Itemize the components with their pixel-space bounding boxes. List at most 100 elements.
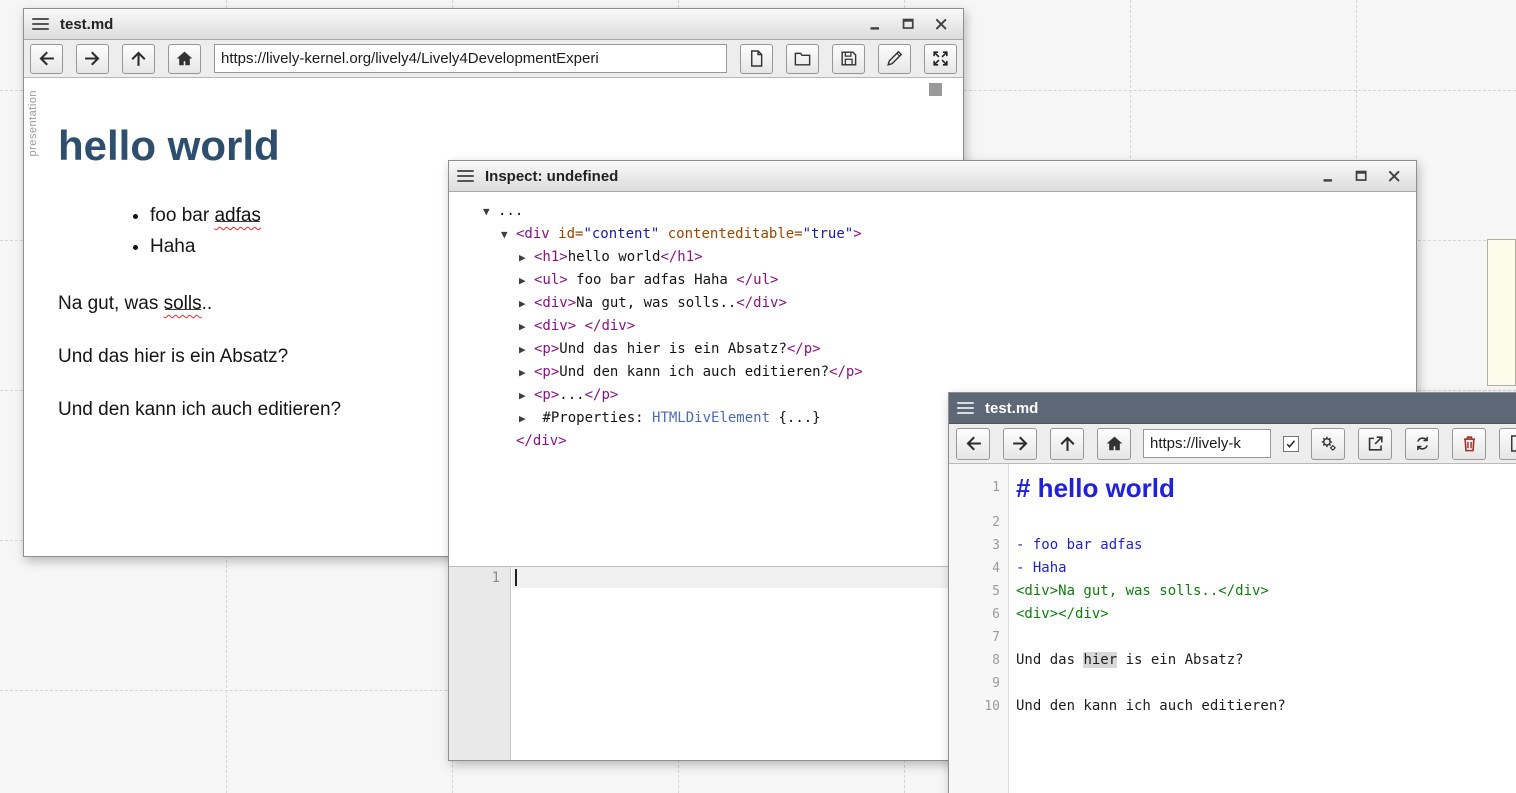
line-number: 5 (949, 580, 1009, 603)
auto-update-checkbox[interactable] (1283, 436, 1299, 452)
editor-line[interactable]: 1# hello world (949, 465, 1516, 511)
close-button[interactable] (1382, 165, 1406, 187)
window-controls (863, 13, 955, 35)
nav-buttons (30, 44, 201, 74)
window-controls (1316, 165, 1408, 187)
titlebar[interactable]: test.md (949, 393, 1516, 424)
fullscreen-button[interactable] (924, 44, 957, 74)
collapse-triangle-icon[interactable]: ▼ (501, 224, 516, 246)
code-line[interactable] (1009, 626, 1016, 649)
menu-icon[interactable] (457, 170, 474, 182)
expand-triangle-icon[interactable]: ▶ (519, 270, 534, 292)
open-external-button[interactable] (1358, 428, 1392, 460)
code-line[interactable]: <div></div> (1009, 603, 1109, 626)
maximize-button[interactable] (896, 13, 920, 35)
resize-handle[interactable] (929, 83, 942, 96)
tree-node[interactable]: ▶<div> </div> (483, 315, 1406, 338)
edit-button[interactable] (878, 44, 911, 74)
tree-node[interactable]: ▶<div>Na gut, was solls..</div> (483, 292, 1406, 315)
text-segment: <div></div> (1016, 606, 1109, 622)
text-segment (659, 226, 667, 242)
close-button[interactable] (929, 13, 953, 35)
titlebar[interactable]: test.md (24, 9, 963, 40)
tree-node[interactable]: ▶<p>Und das hier is ein Absatz?</p> (483, 338, 1406, 361)
code-line[interactable]: Und den kann ich auch editieren? (1009, 695, 1286, 718)
tree-node[interactable]: ▼<div id="content" contenteditable="true… (483, 223, 1406, 246)
url-input[interactable] (1143, 429, 1271, 458)
minimize-button[interactable] (1316, 165, 1340, 187)
text-segment: #Properties: (534, 410, 652, 426)
editor-line[interactable]: 5<div>Na gut, was solls..</div> (949, 580, 1516, 603)
editor-line[interactable]: 10 Und den kann ich auch editieren? (949, 695, 1516, 718)
tree-node[interactable]: ▶<p>Und den kann ich auch editieren?</p> (483, 361, 1406, 384)
line-number: 1 (949, 465, 1009, 511)
back-button[interactable] (30, 44, 63, 74)
text-segment: Und das hier is ein Absatz? (559, 341, 787, 357)
line-number: 10 (949, 695, 1009, 718)
text-segment: "content" (583, 226, 659, 242)
menu-icon[interactable] (957, 402, 974, 414)
titlebar[interactable]: Inspect: undefined (449, 161, 1416, 192)
editor-line[interactable]: 6<div></div> (949, 603, 1516, 626)
forward-icon (1011, 434, 1030, 453)
code-line[interactable]: # hello world (1009, 465, 1175, 511)
editor-line[interactable]: 4- Haha (949, 557, 1516, 580)
text-segment: </div> (585, 318, 636, 334)
tree-node[interactable]: ▼... (483, 200, 1406, 223)
back-button[interactable] (956, 428, 990, 460)
maximize-button[interactable] (1349, 165, 1373, 187)
expand-triangle-icon[interactable]: ▶ (519, 339, 534, 361)
new-file-icon (747, 49, 766, 68)
open-folder-button[interactable] (786, 44, 819, 74)
expand-triangle-icon[interactable]: ▶ (519, 362, 534, 384)
reload-button[interactable] (1405, 428, 1439, 460)
collapse-triangle-icon[interactable]: ▼ (483, 201, 498, 223)
minimize-button[interactable] (863, 13, 887, 35)
tree-node[interactable]: ▶<h1>hello world</h1> (483, 246, 1406, 269)
reload-icon (1413, 434, 1432, 453)
yellow-note-panel[interactable] (1487, 239, 1516, 386)
text-segment: is ein Absatz? (1117, 652, 1243, 668)
expand-triangle-icon[interactable]: ▶ (519, 316, 534, 338)
home-button[interactable] (1097, 428, 1131, 460)
window-title: test.md (60, 16, 113, 33)
source-editor[interactable]: 1# hello world23- foo bar adfas4- Haha5<… (949, 464, 1516, 793)
text-segment: </p> (585, 387, 619, 403)
new-file-button[interactable] (1499, 428, 1516, 460)
home-button[interactable] (168, 44, 201, 74)
text-segment: {...} (770, 410, 821, 426)
expand-triangle-icon[interactable]: ▶ (519, 293, 534, 315)
editor-line[interactable]: 3- foo bar adfas (949, 534, 1516, 557)
code-line[interactable]: - Haha (1009, 557, 1067, 580)
code-line[interactable]: - foo bar adfas (1009, 534, 1142, 557)
text-segment: Und den kann ich auch editieren? (1016, 698, 1286, 714)
settings-button[interactable] (1311, 428, 1345, 460)
expand-triangle-icon[interactable]: ▶ (519, 408, 534, 430)
line-number: 8 (949, 649, 1009, 672)
editor-line[interactable]: 2 (949, 511, 1516, 534)
editor-line[interactable]: 8Und das hier is ein Absatz? (949, 649, 1516, 672)
up-icon (129, 49, 148, 68)
editor-line[interactable]: 9 (949, 672, 1516, 695)
menu-icon[interactable] (32, 18, 49, 30)
tree-node[interactable]: ▶<ul> foo bar adfas Haha </ul> (483, 269, 1406, 292)
up-button[interactable] (1050, 428, 1084, 460)
save-button[interactable] (832, 44, 865, 74)
editor-line[interactable]: 7 (949, 626, 1516, 649)
new-file-button[interactable] (740, 44, 773, 74)
url-input[interactable] (214, 44, 727, 73)
open-external-icon (1366, 434, 1385, 453)
expand-triangle-icon[interactable]: ▶ (519, 247, 534, 269)
delete-button[interactable] (1452, 428, 1486, 460)
code-line[interactable]: Und das hier is ein Absatz? (1009, 649, 1244, 672)
forward-button[interactable] (76, 44, 109, 74)
expand-triangle-icon[interactable]: ▶ (519, 385, 534, 407)
code-line[interactable] (1009, 511, 1016, 534)
up-button[interactable] (122, 44, 155, 74)
text-segment: </p> (829, 364, 863, 380)
code-line[interactable] (1009, 672, 1016, 695)
edit-icon (885, 49, 904, 68)
forward-button[interactable] (1003, 428, 1037, 460)
line-number-gutter: 1 (449, 567, 511, 760)
code-line[interactable]: <div>Na gut, was solls..</div> (1009, 580, 1269, 603)
